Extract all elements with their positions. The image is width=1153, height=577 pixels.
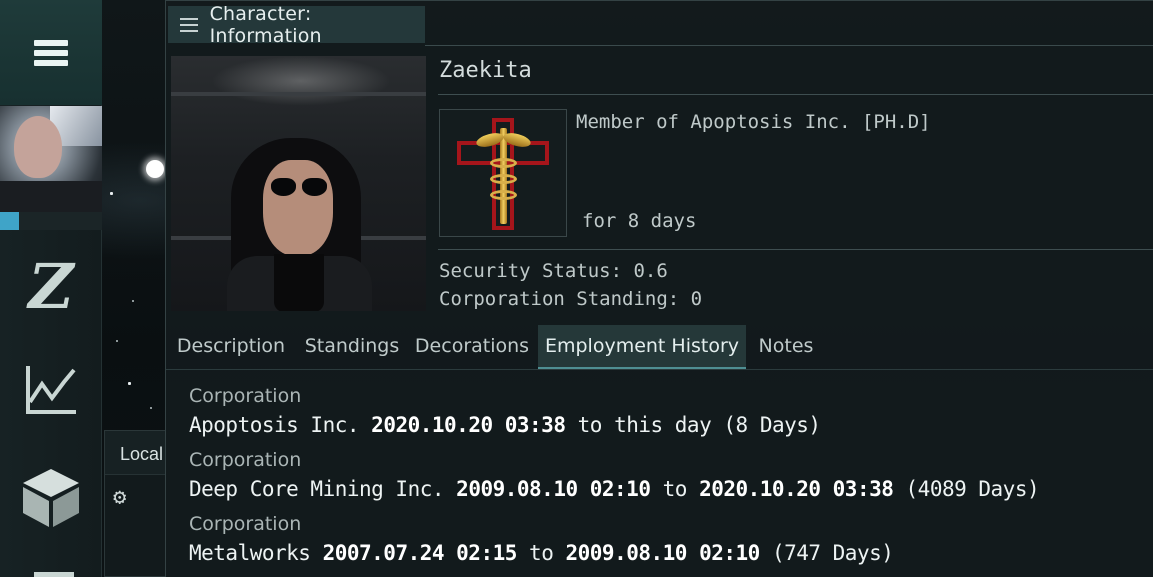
sun (146, 160, 164, 178)
gear-icon[interactable]: ⚙ (113, 485, 126, 510)
window-title: Character: Information (209, 2, 322, 47)
neocom-menu-button[interactable] (0, 0, 102, 105)
duration: (747 Days) (771, 541, 894, 565)
z-icon: Z (28, 250, 74, 323)
divider (425, 45, 1153, 46)
duration: (4089 Days) (905, 477, 1040, 501)
cube-icon (23, 469, 79, 527)
star (110, 192, 113, 195)
start-date: 2020.10.20 03:38 (371, 413, 566, 437)
tab-standings[interactable]: Standings (296, 325, 408, 369)
connector: to (577, 413, 603, 437)
neocom-next-icon[interactable] (34, 572, 74, 577)
local-chat-title: Local (105, 431, 165, 475)
entry-label: Corporation (189, 513, 302, 535)
inventory-button[interactable] (16, 462, 86, 532)
list-item: Corporation Metalworks 2007.07.24 02:15 … (189, 513, 1139, 577)
character-portrait (171, 56, 426, 311)
star (128, 382, 131, 385)
employment-history-list: Corporation Apoptosis Inc. 2020.10.20 03… (189, 385, 1139, 577)
end-date: this day (614, 413, 712, 437)
star (150, 407, 152, 409)
hamburger-icon[interactable] (180, 17, 198, 32)
connector: to (529, 541, 554, 565)
star (116, 340, 118, 342)
end-date: 2009.08.10 02:10 (565, 541, 761, 565)
corporation-link[interactable]: Deep Core Mining Inc. (189, 477, 445, 501)
divider (438, 94, 1153, 95)
skill-progress-fill (0, 212, 19, 230)
corporation-membership[interactable]: Member of Apoptosis Inc. [PH.D] (576, 111, 931, 133)
chart-icon (26, 366, 76, 414)
neocom-sidebar: Z (0, 0, 102, 577)
tab-bar: Description Standings Decorations Employ… (166, 325, 1153, 371)
local-chat-window[interactable]: Local ⚙ (104, 430, 166, 577)
corporation-link[interactable]: Metalworks (189, 541, 311, 565)
market-button[interactable] (16, 355, 86, 425)
character-info-window: Character: Information Zaekita Member of… (165, 0, 1153, 577)
duration: (8 Days) (723, 413, 821, 437)
start-date: 2009.08.10 02:10 (456, 477, 651, 501)
list-item: Corporation Deep Core Mining Inc. 2009.0… (189, 449, 1139, 513)
divider (166, 369, 1153, 370)
tab-decorations[interactable]: Decorations (408, 325, 536, 369)
divider (438, 249, 1153, 250)
corporation-link[interactable]: Apoptosis Inc. (189, 413, 360, 437)
tab-notes[interactable]: Notes (746, 325, 826, 369)
corporation-logo[interactable] (439, 109, 567, 237)
entry-label: Corporation (189, 449, 302, 471)
corporation-standing: Corporation Standing: 0 (439, 288, 703, 310)
tab-description[interactable]: Description (166, 325, 296, 369)
end-date: 2020.10.20 03:38 (699, 477, 894, 501)
character-avatar[interactable] (0, 106, 102, 212)
star (132, 300, 134, 302)
security-status: Security Status: 0.6 (439, 260, 668, 282)
entry-label: Corporation (189, 385, 302, 407)
connector: to (662, 477, 688, 501)
list-item: Corporation Apoptosis Inc. 2020.10.20 03… (189, 385, 1139, 449)
start-date: 2007.07.24 02:15 (322, 541, 518, 565)
hamburger-icon (34, 39, 68, 66)
local-chat-toolbar: ⚙ (105, 475, 165, 515)
skills-button[interactable]: Z (16, 252, 86, 322)
corporation-duration: for 8 days (582, 210, 697, 232)
skill-training-bar[interactable] (0, 212, 102, 230)
window-header[interactable]: Character: Information (168, 3, 425, 47)
tab-employment-history[interactable]: Employment History (538, 325, 746, 369)
character-name: Zaekita (439, 58, 532, 83)
